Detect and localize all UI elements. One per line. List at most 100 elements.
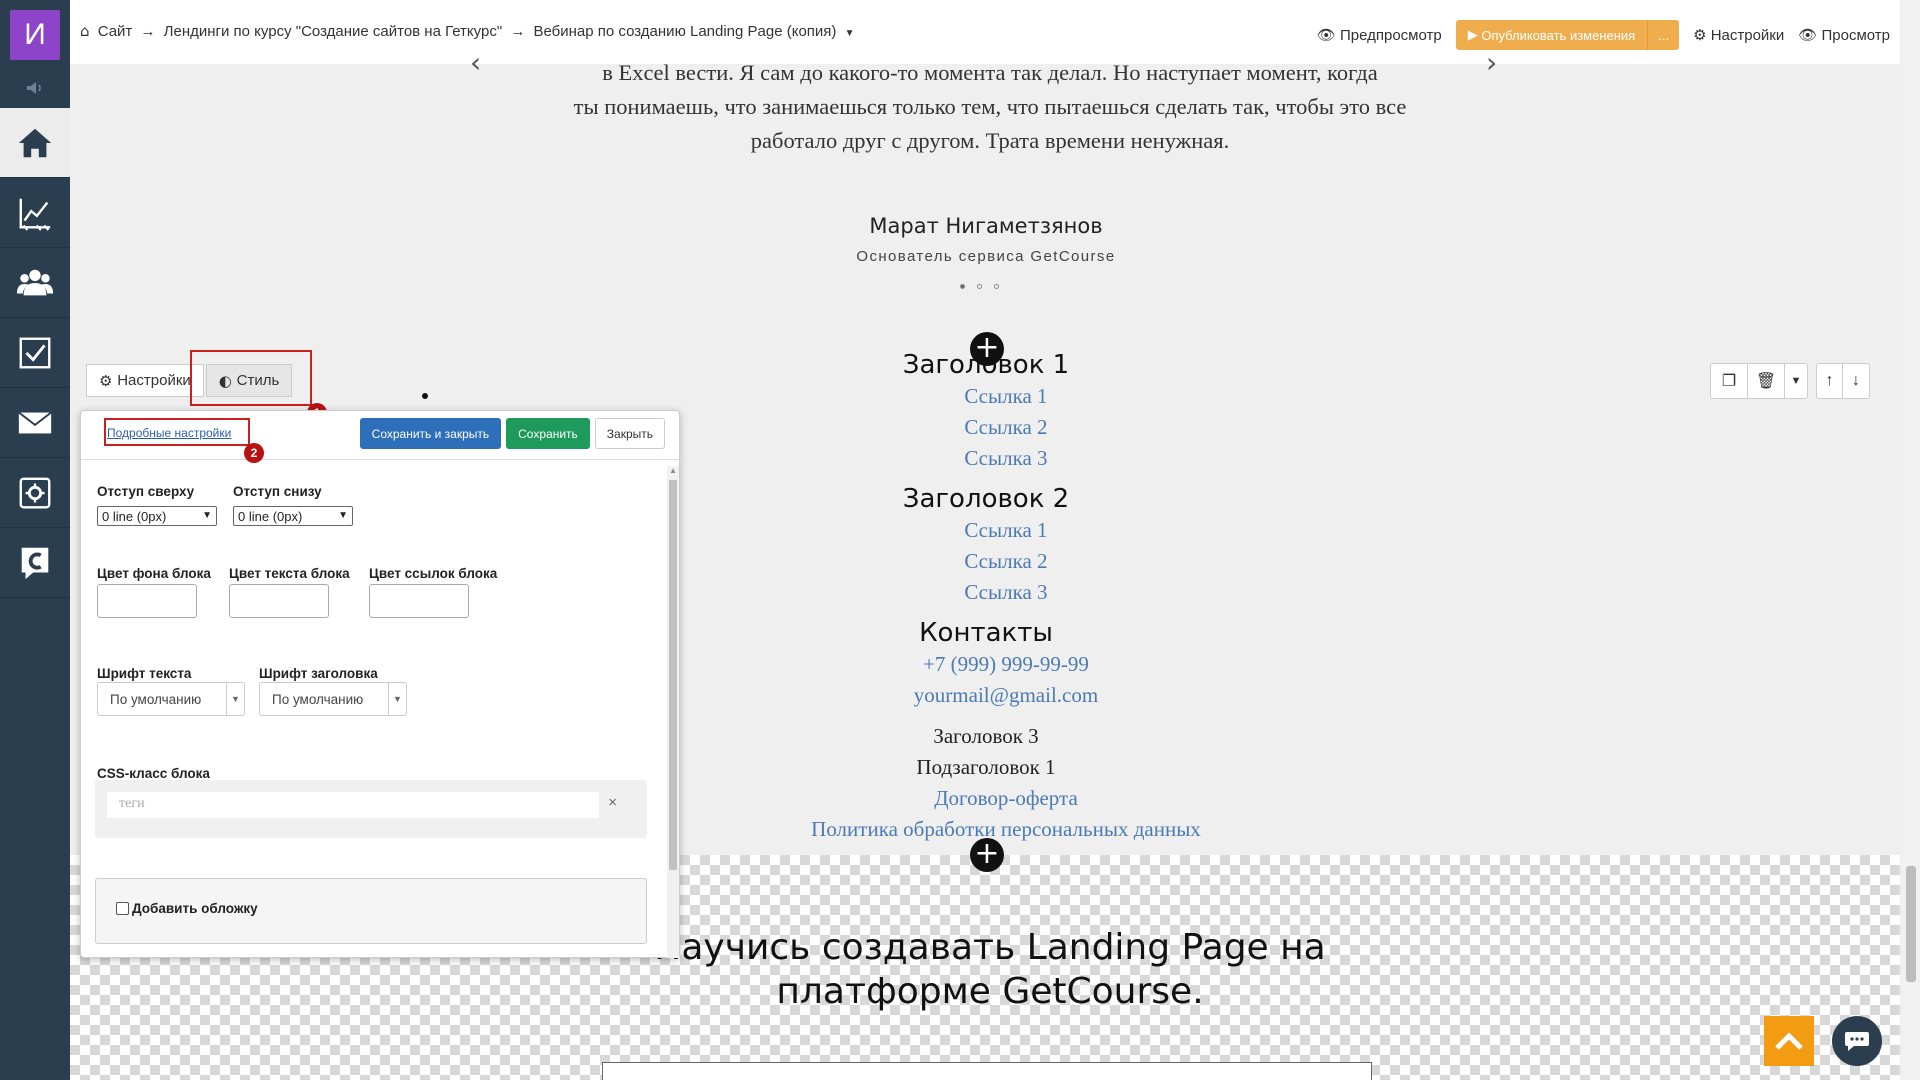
panel-scroll-thumb[interactable]	[669, 480, 677, 870]
chat-icon	[1845, 1032, 1869, 1051]
view-link[interactable]: 👁 Просмотр	[1798, 26, 1890, 44]
caret-down-icon: ▼	[388, 683, 406, 715]
app-logo[interactable]: И	[10, 10, 60, 60]
users-icon	[16, 269, 54, 295]
footer-link[interactable]: Ссылка 1	[806, 384, 1206, 409]
sidebar-item-mail[interactable]	[0, 388, 70, 458]
sidebar-item-tasks[interactable]	[0, 318, 70, 388]
add-block-icon[interactable]: +	[970, 838, 1004, 872]
quote-line: работало друг с другом. Трата времени не…	[750, 128, 1230, 153]
speaker-icon[interactable]	[0, 70, 70, 106]
tab-settings[interactable]: ⚙ Настройки	[86, 364, 204, 397]
home-icon	[18, 128, 52, 157]
close-button[interactable]: Закрыть	[594, 418, 665, 449]
footer-heading-2: Заголовок 2	[902, 484, 1070, 514]
next-block-form[interactable]	[602, 1062, 1372, 1080]
sidebar-item-home[interactable]	[0, 108, 70, 178]
add-cover-checkbox[interactable]	[116, 902, 129, 915]
preview-label: Предпросмотр	[1339, 27, 1442, 44]
tags-input[interactable]: теги	[107, 792, 599, 818]
copy-block-icon[interactable]: ❐	[1711, 364, 1748, 398]
block-toolbar: ❐ 🗑 ▼ ↑ ↓	[1710, 363, 1870, 399]
clear-tags-icon[interactable]: ×	[608, 794, 617, 811]
breadcrumb-section[interactable]: Лендинги по курсу "Создание сайтов на Ге…	[164, 23, 503, 40]
padding-bottom-value: 0 line (0px)	[238, 508, 303, 524]
publish-more-button[interactable]: ...	[1647, 20, 1679, 50]
breadcrumb-site[interactable]: Сайт	[98, 23, 133, 40]
move-down-icon[interactable]: ↓	[1843, 364, 1869, 398]
padding-top-value: 0 line (0px)	[102, 508, 167, 524]
sidebar-item-analytics[interactable]	[0, 178, 70, 248]
footer-link[interactable]: Ссылка 2	[806, 415, 1206, 440]
gear-icon: ⚙	[1693, 26, 1707, 44]
bg-color-label: Цвет фона блока	[97, 566, 211, 581]
padding-bottom-label: Отступ снизу	[233, 484, 322, 499]
block-more-dropdown[interactable]: ▼	[1785, 364, 1807, 398]
cursor-dot	[422, 393, 428, 399]
breadcrumb-page[interactable]: Вебинар по созданию Landing Page (копия)	[534, 23, 837, 40]
eye-icon: 👁	[1316, 26, 1336, 44]
trash-icon[interactable]: 🗑	[1748, 364, 1785, 398]
gear-icon	[19, 477, 51, 508]
slider-dot[interactable]	[994, 284, 999, 289]
scroll-to-top-button[interactable]	[1764, 1016, 1814, 1066]
slider-dot[interactable]	[960, 284, 965, 289]
footer-phone[interactable]: +7 (999) 999-99-99	[806, 652, 1206, 677]
bg-color-input[interactable]	[97, 584, 197, 618]
settings-link[interactable]: ⚙ Настройки	[1693, 26, 1784, 44]
slider-next-icon[interactable]: ›	[1486, 46, 1497, 79]
title-line: платформе GetCourse.	[776, 971, 1204, 1012]
chevron-up-icon	[1775, 1032, 1803, 1050]
chat-button[interactable]	[1832, 1016, 1882, 1066]
sidebar-item-settings[interactable]	[0, 458, 70, 528]
text-color-input[interactable]	[229, 584, 329, 618]
sidebar-item-getcourse[interactable]	[0, 528, 70, 598]
text-font-select[interactable]: По умолчанию ▼	[97, 682, 245, 716]
padding-bottom-select[interactable]: 0 line (0px) ▼	[233, 506, 353, 526]
breadcrumb-arrow: →	[510, 23, 526, 40]
footer-link[interactable]: Ссылка 2	[806, 549, 1206, 574]
add-cover-label[interactable]: Добавить обложку	[132, 901, 258, 916]
footer-privacy-link[interactable]: Политика обработки персональных данных	[606, 817, 1406, 842]
footer-link[interactable]: Ссылка 3	[806, 580, 1206, 605]
chart-icon	[19, 198, 51, 231]
heading-font-select[interactable]: По умолчанию ▼	[259, 682, 407, 716]
view-label: Просмотр	[1821, 27, 1890, 44]
caret-down-icon: ▼	[338, 510, 348, 521]
footer-heading-1: Заголовок 1	[902, 350, 1070, 380]
padding-top-select[interactable]: 0 line (0px) ▼	[97, 506, 217, 526]
panel-scrollbar[interactable]: ▲	[667, 466, 679, 958]
footer-link[interactable]: Ссылка 1	[806, 518, 1206, 543]
sidebar: И	[0, 0, 70, 1080]
padding-top-label: Отступ сверху	[97, 484, 195, 499]
topbar: ⌂ Сайт → Лендинги по курсу "Создание сай…	[70, 0, 1900, 64]
author-role: Основатель сервиса GetCourse	[856, 248, 1116, 265]
scroll-up-icon[interactable]: ▲	[669, 466, 677, 475]
sidebar-item-users[interactable]	[0, 248, 70, 318]
css-class-tags-field: теги ×	[95, 780, 647, 838]
breadcrumb-arrow: →	[140, 23, 156, 40]
slider-dot[interactable]	[977, 284, 982, 289]
link-color-input[interactable]	[369, 584, 469, 618]
highlight-style-tab	[190, 350, 312, 406]
settings-label: Настройки	[1710, 27, 1785, 44]
text-font-label: Шрифт текста	[97, 666, 192, 681]
preview-link[interactable]: 👁 Предпросмотр	[1317, 26, 1442, 44]
checkbox-icon	[19, 337, 51, 368]
caret-down-icon[interactable]: ▼	[845, 28, 855, 39]
highlight-advanced-link	[104, 418, 250, 446]
home-small-icon[interactable]: ⌂	[80, 22, 90, 40]
tab-settings-label: Настройки	[117, 372, 191, 389]
next-block-title: Научись создавать Landing Page на платфо…	[580, 926, 1400, 1014]
footer-offer-link[interactable]: Договор-оферта	[806, 786, 1206, 811]
quote-line: ты понимаешь, что занимаешься только тем…	[573, 94, 1407, 119]
page-scroll-thumb[interactable]	[1906, 866, 1916, 982]
save-and-close-button[interactable]: Сохранить и закрыть	[359, 418, 502, 449]
footer-link[interactable]: Ссылка 3	[806, 446, 1206, 471]
footer-email[interactable]: yourmail@gmail.com	[806, 683, 1206, 708]
author-name: Марат Нигаметзянов	[869, 214, 1103, 238]
slider-prev-icon[interactable]: ‹	[470, 46, 481, 79]
save-button[interactable]: Сохранить	[506, 418, 590, 449]
move-up-icon[interactable]: ↑	[1817, 364, 1843, 398]
page-scrollbar[interactable]	[1902, 0, 1920, 1080]
